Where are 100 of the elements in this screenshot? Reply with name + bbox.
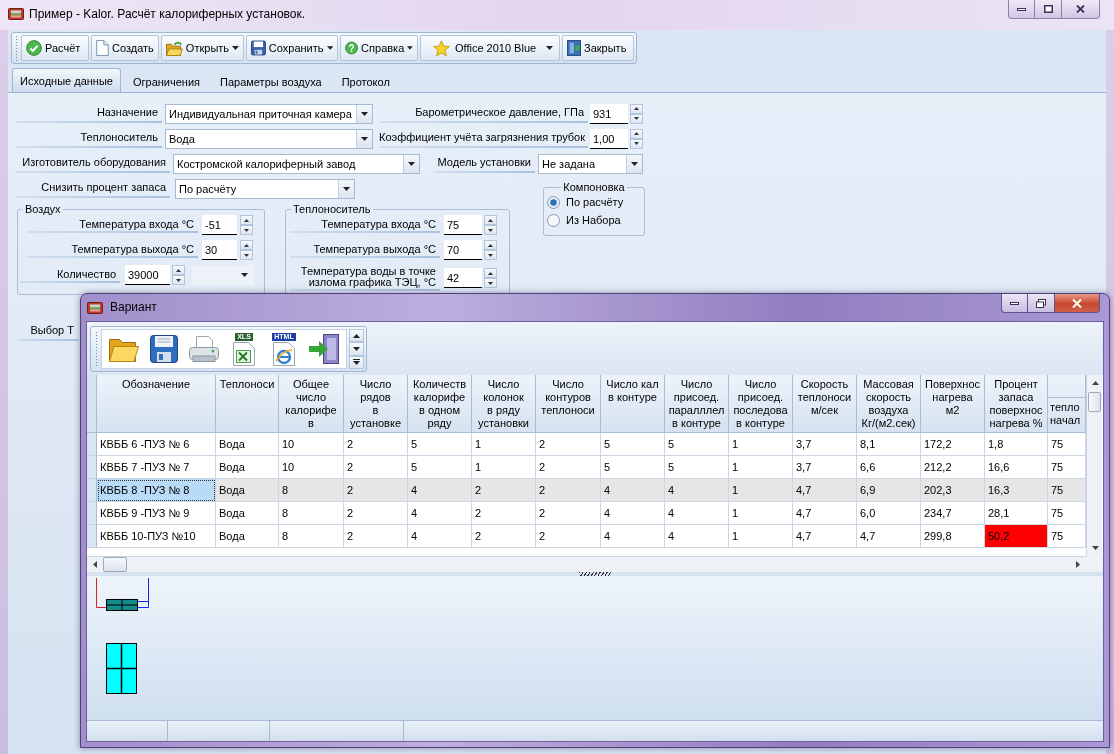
caret-icon: [361, 136, 368, 141]
folder-icon: [166, 40, 183, 56]
group-title: Компоновка: [562, 181, 626, 193]
tab[interactable]: Ограничения: [124, 70, 208, 92]
purpose-dropdown[interactable]: Индивидуальная приточная камера: [165, 103, 373, 124]
down-arrow-icon: [1091, 546, 1099, 550]
number-input[interactable]: 39000: [125, 265, 170, 285]
column-header: Теплоноси: [216, 375, 279, 433]
spin-up-button[interactable]: [484, 268, 497, 278]
toolbar-grip[interactable]: [15, 35, 18, 61]
table-row[interactable]: КВББ 10-ПУЗ №10 Вода 8 2 4 2 2 4 4 1 4,7 4,7 299,8 50,2 75: [87, 525, 1086, 548]
table-row[interactable]: КВББ 6 -ПУЗ № 6 Вода 10 2 5 1 2 5 5 1 3,7 8,1 172,2 1,8 75: [87, 433, 1086, 456]
radio-option[interactable]: Из Набора: [544, 211, 644, 229]
column-header: Число контуров теплоноси: [536, 375, 601, 433]
spin-up-button[interactable]: [630, 103, 643, 114]
up-arrow-icon: [488, 271, 493, 275]
spin-down-button[interactable]: [240, 225, 253, 235]
window-close-button[interactable]: [1062, 0, 1100, 19]
table-row[interactable]: КВББ 9 -ПУЗ № 9 Вода 8 2 4 2 2 4 4 1 4,7 6,0 234,7 28,1 75: [87, 502, 1086, 525]
new-button[interactable]: Создать: [91, 35, 159, 61]
field-label: Температура выхода °С: [27, 242, 198, 258]
spin-down-button[interactable]: [630, 138, 643, 149]
theme-button[interactable]: Office 2010 Blue: [420, 35, 560, 61]
minimize-button[interactable]: [1008, 0, 1035, 19]
spreadsheet-file-icon: [233, 341, 255, 366]
star-icon: [433, 39, 450, 57]
spin-up-button[interactable]: [484, 240, 497, 250]
number-input[interactable]: 75: [444, 215, 482, 235]
maximize-button[interactable]: [1035, 0, 1062, 19]
manufacturer-dropdown[interactable]: Костромской калориферный завод: [173, 153, 420, 174]
close-button[interactable]: Закрыть: [562, 35, 634, 61]
window-close-button[interactable]: [1055, 294, 1100, 313]
help-button[interactable]: Справка: [340, 35, 418, 61]
reserve-dropdown[interactable]: По расчёту: [175, 178, 355, 199]
tab[interactable]: Параметры воздуха: [212, 70, 330, 92]
scroll-down-button[interactable]: [349, 342, 364, 356]
coefficient-input[interactable]: 1,00: [590, 128, 628, 149]
field-label: Температура входа °С: [27, 217, 198, 233]
spin-down-button[interactable]: [484, 225, 497, 235]
caret-icon: [241, 273, 248, 277]
spin-down-button[interactable]: [630, 113, 643, 124]
model-dropdown[interactable]: Не задана: [538, 153, 643, 174]
right-arrow-icon: [1076, 561, 1080, 568]
down-arrow-icon: [244, 253, 249, 257]
minimize-button[interactable]: [1001, 294, 1028, 313]
spin-up-button[interactable]: [240, 240, 253, 250]
calculate-button[interactable]: Расчёт: [21, 35, 89, 61]
table-cell: 4: [665, 525, 729, 548]
table-cell: 1: [729, 525, 793, 548]
save-button[interactable]: Сохранить: [246, 35, 338, 61]
down-arrow-icon: [488, 228, 493, 232]
table-cell: 4: [601, 525, 665, 548]
splitter-handle[interactable]: [578, 572, 612, 576]
field-label: Температура входа °С: [290, 217, 440, 233]
toolbar-grip[interactable]: [95, 331, 98, 367]
column-header: Скорость теплоноси м/сек: [793, 375, 857, 433]
spin-down-button[interactable]: [484, 278, 497, 288]
radio-option[interactable]: По расчёту: [544, 193, 644, 211]
up-arrow-icon: [244, 243, 249, 247]
restore-icon: [1036, 298, 1046, 308]
group-title: Теплоноситель: [292, 203, 372, 215]
column-header: Поверхнос нагрева м2: [921, 375, 985, 433]
down-arrow-icon: [353, 347, 360, 351]
spin-down-button[interactable]: [172, 275, 185, 285]
coolant-dropdown[interactable]: Вода: [165, 128, 373, 149]
scrollbar-thumb[interactable]: [1088, 392, 1101, 412]
spin-up-button[interactable]: [240, 215, 253, 225]
table-row[interactable]: КВББ 8 -ПУЗ № 8 Вода 8 2 4 2 2 4 4 1 4,7 6,9 202,3 16,3 75: [87, 479, 1086, 502]
spin-up-button[interactable]: [172, 265, 185, 275]
table-row[interactable]: КВББ 7 -ПУЗ № 7 Вода 10 2 5 1 2 5 5 1 3,7 6,6 212,2 16,6 75: [87, 456, 1086, 479]
down-arrow-icon: [488, 253, 493, 257]
column-header: тепло начал: [1048, 375, 1086, 433]
scrollbar-thumb[interactable]: [103, 557, 127, 572]
table-cell: 2: [344, 525, 408, 548]
table-cell: 2: [536, 525, 601, 548]
number-input[interactable]: 70: [444, 240, 482, 260]
spin-up-button[interactable]: [484, 215, 497, 225]
table-cell: КВББ 8 -ПУЗ № 8: [97, 479, 216, 502]
field-label: Изготовитель оборудования: [15, 154, 170, 173]
spin-down-button[interactable]: [484, 250, 497, 260]
column-header: Число колонок в ряду установки: [472, 375, 536, 433]
up-arrow-icon: [634, 107, 639, 110]
field-label: Температура выхода °С: [290, 242, 440, 258]
table-cell: 50,2: [985, 525, 1048, 548]
column-header: Общее число калорифе в: [279, 375, 344, 433]
number-input[interactable]: 42: [444, 268, 482, 288]
help-icon: [345, 40, 359, 56]
column-header: Число кал в контуре: [601, 375, 665, 433]
open-button[interactable]: Открыть: [161, 35, 244, 61]
tab[interactable]: Исходные данные: [12, 68, 121, 92]
number-input[interactable]: 30: [202, 240, 237, 260]
restore-button[interactable]: [1028, 294, 1055, 313]
vertical-scrollbar[interactable]: [1086, 375, 1102, 556]
tab[interactable]: Протокол: [333, 70, 398, 92]
pressure-input[interactable]: 931: [590, 103, 628, 124]
spin-up-button[interactable]: [630, 128, 643, 139]
spin-down-button[interactable]: [240, 250, 253, 260]
left-arrow-icon: [93, 561, 97, 568]
scroll-up-button[interactable]: [349, 329, 364, 343]
number-input[interactable]: -51: [202, 215, 237, 235]
